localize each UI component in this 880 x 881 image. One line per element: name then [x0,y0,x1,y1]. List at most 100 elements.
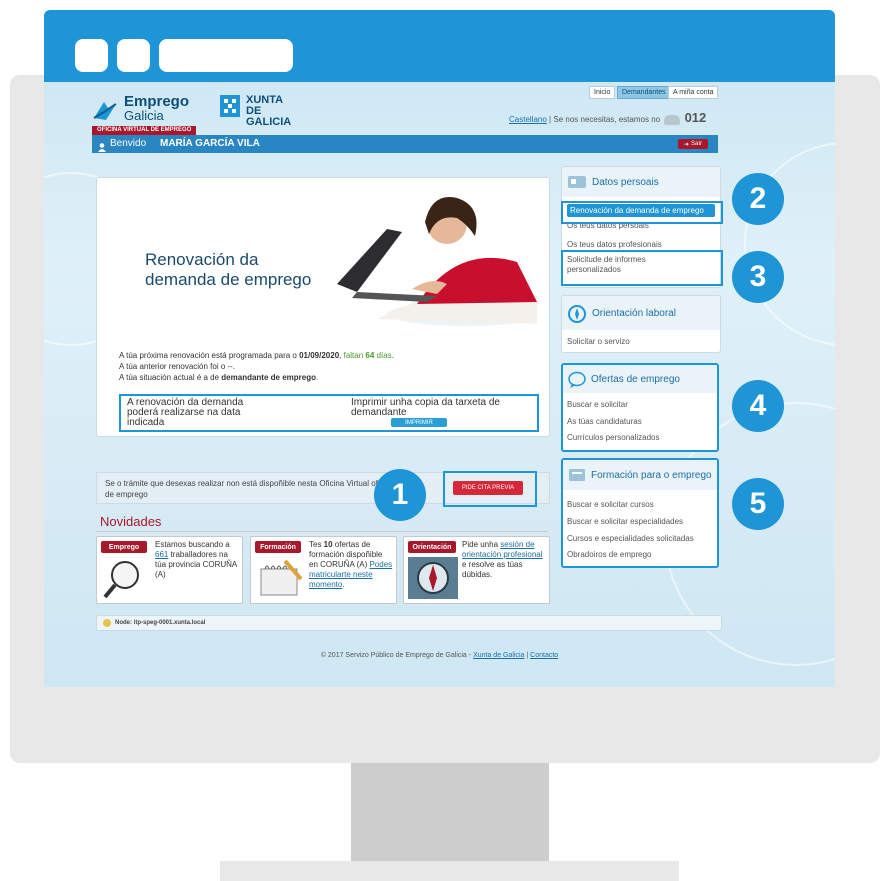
user-name: MARÍA GARCÍA VILA [160,138,260,149]
renovacion-actions-box: A renovación da demanda poderá realizars… [119,394,539,432]
line1-prefix: A túa próxima renovación está programada… [119,351,300,360]
logout-button[interactable]: ➔ Saír [678,139,708,149]
pide-cita-previa-button[interactable]: PIDE CITA PREVIA [453,481,523,495]
id-card-icon [568,176,586,188]
welcome-text: Benvido [110,138,147,149]
novidade-emprego-text: Estamos buscando a 661 traballadores na … [155,540,239,580]
footer-contact-link[interactable]: Contacto [530,652,558,659]
orientacion-text-1: Pide unha [462,540,501,549]
sidebar-item-curriculos[interactable]: Currículos personalizados [567,433,660,442]
help-text: Se nos necesitas, estamos no [553,115,661,124]
magnifier-icon [103,561,139,599]
monitor-stand [351,763,549,861]
sidebar-formacion-emprego: Formación para o emprego Buscar e solici… [561,458,719,568]
sidebar-ofertas-emprego: Ofertas de emprego Buscar e solicitar As… [561,363,719,452]
node-text: Node: itp-speg-0001.xunta.local [115,620,206,626]
highlight-informes [561,250,723,286]
novidade-formacion-text: Tes 10 ofertas de formación dispoñible e… [309,540,393,590]
phone-icon [664,114,681,125]
tag-orientacion: Orientación [408,541,456,553]
sidebar-item-solicitar-servizo[interactable]: Solicitar o servizo [567,337,630,346]
orientacion-header: Orientación laboral [562,296,720,330]
emprego-text-2: traballadores na túa provincia CORUÑA (A… [155,550,237,579]
compass-icon [568,305,586,323]
ofertas-title: Ofertas de emprego [591,374,680,385]
novidade-card-formacion[interactable]: Formación Tes 10 ofertas de formación di… [250,536,397,604]
novidades-title: Novidades [100,514,162,529]
notebook-pencil-icon [260,559,303,596]
print-card-text: Imprimir unha copia da tarxeta de demand… [351,397,500,418]
logo-word-galicia: Galicia [124,108,164,123]
datos-title: Datos persoais [592,177,659,188]
renewal-line-3: A túa situación actual é a de demandante… [119,372,539,383]
line1-end: . [391,351,394,360]
sidebar-item-candidaturas[interactable]: As túas candidaturas [567,417,642,426]
highlight-renovacion [561,201,723,224]
formacion-header: Formación para o emprego [563,460,717,490]
emprego-text-1: Estamos buscando a [155,540,230,549]
orientacion-title: Orientación laboral [592,308,676,319]
renovacion-panel: Renovación da demanda de emprego A túa p… [96,177,550,437]
renewal-line-2: A túa anterior renovación foi o --. [119,362,236,371]
print-button[interactable]: IMPRIMIR [391,418,447,427]
sidebar-item-buscar-solicitar[interactable]: Buscar e solicitar [567,400,628,409]
address-bar[interactable] [159,39,293,72]
node-bar: Node: itp-speg-0001.xunta.local [96,615,722,631]
logo-swoosh-icon [93,102,117,120]
hero-title: Renovación da demanda de emprego [145,250,312,289]
xunta-line2: DE GALICIA [246,105,292,128]
nav-demandantes[interactable]: Demandantes [617,86,671,99]
tag-formacion: Formación [255,541,301,553]
marker-5: 5 [732,478,784,530]
ofertas-header: Ofertas de emprego [563,365,717,393]
footer: © 2017 Servizo Público de Emprego de Gal… [44,652,835,659]
compass-icon [408,557,458,599]
screen: Emprego Galicia XUNTA DE GALICIA Inicio … [44,82,835,687]
nav-a-mina-conta[interactable]: A miña conta [668,86,719,99]
situation-status: demandante de emprego [221,373,316,382]
sidebar-item-buscar-cursos[interactable]: Buscar e solicitar cursos [567,500,654,509]
emprego-galicia-logo[interactable]: Emprego Galicia [92,92,202,124]
browser-topbar [44,10,835,82]
monitor-base [220,861,679,881]
marker-3: 3 [732,251,784,303]
emprego-count-link[interactable]: 661 [155,550,168,559]
datos-header: Datos persoais [562,167,720,197]
logo-word-emprego: Emprego [124,93,190,110]
formacion-text-3: . [342,580,345,589]
marker-4: 4 [732,380,784,432]
office-label: OFICINA VIRTUAL DE EMPREGO [92,126,197,135]
faltan-label: faltan [343,351,364,360]
sidebar-item-obradoiros[interactable]: Obradoiros de emprego [567,550,652,559]
notice-bar: Se o trámite que desexas realizar non es… [96,471,550,507]
sidebar-item-cursos-solicitadas[interactable]: Cursos e especialidades solicitadas [567,534,694,543]
sidebar-item-datos-profesionais[interactable]: Os teus datos profesionais [567,240,662,249]
language-link[interactable]: Castellano [509,115,547,124]
formacion-text-1: Tes [309,540,324,549]
xunta-logo[interactable]: XUNTA DE GALICIA [219,94,309,128]
window-button-1[interactable] [75,39,108,72]
user-bar: Benvido MARÍA GARCÍA VILA ➔ Saír [92,135,718,153]
days-remaining: 64 [365,351,375,360]
novidade-orientacion-text: Pide unha sesión de orientación profesio… [462,540,546,580]
footer-xunta-link[interactable]: Xunta de Galicia [473,652,524,659]
line3-end: . [315,373,319,382]
tag-emprego: Emprego [101,541,147,553]
novidade-card-emprego[interactable]: Emprego Estamos buscando a 661 traballad… [96,536,243,604]
renovacion-date-note: A renovación da demanda poderá realizars… [127,397,244,428]
sidebar-item-buscar-especialidades[interactable]: Buscar e solicitar especialidades [567,517,683,526]
novidade-card-orientacion[interactable]: Orientación Pide unha sesión de orientac… [403,536,550,604]
woman-laptop-image [337,197,537,326]
help-line: Castellano | Se nos necesitas, estamos n… [509,111,706,126]
speech-bubble-icon [568,371,586,388]
lightbulb-icon [103,619,111,627]
logout-label: Saír [691,141,703,147]
window-button-2[interactable] [117,39,150,72]
marker-1: 1 [374,469,426,521]
renewal-line-1: A túa próxima renovación está programada… [119,350,539,361]
book-icon [569,469,585,481]
orientacion-text-2: e resolve as túas dúbidas. [462,560,523,579]
nav-inicio[interactable]: Inicio [589,86,616,99]
renewal-date: 01/09/2020 [299,351,340,360]
novidades-divider [96,531,548,532]
